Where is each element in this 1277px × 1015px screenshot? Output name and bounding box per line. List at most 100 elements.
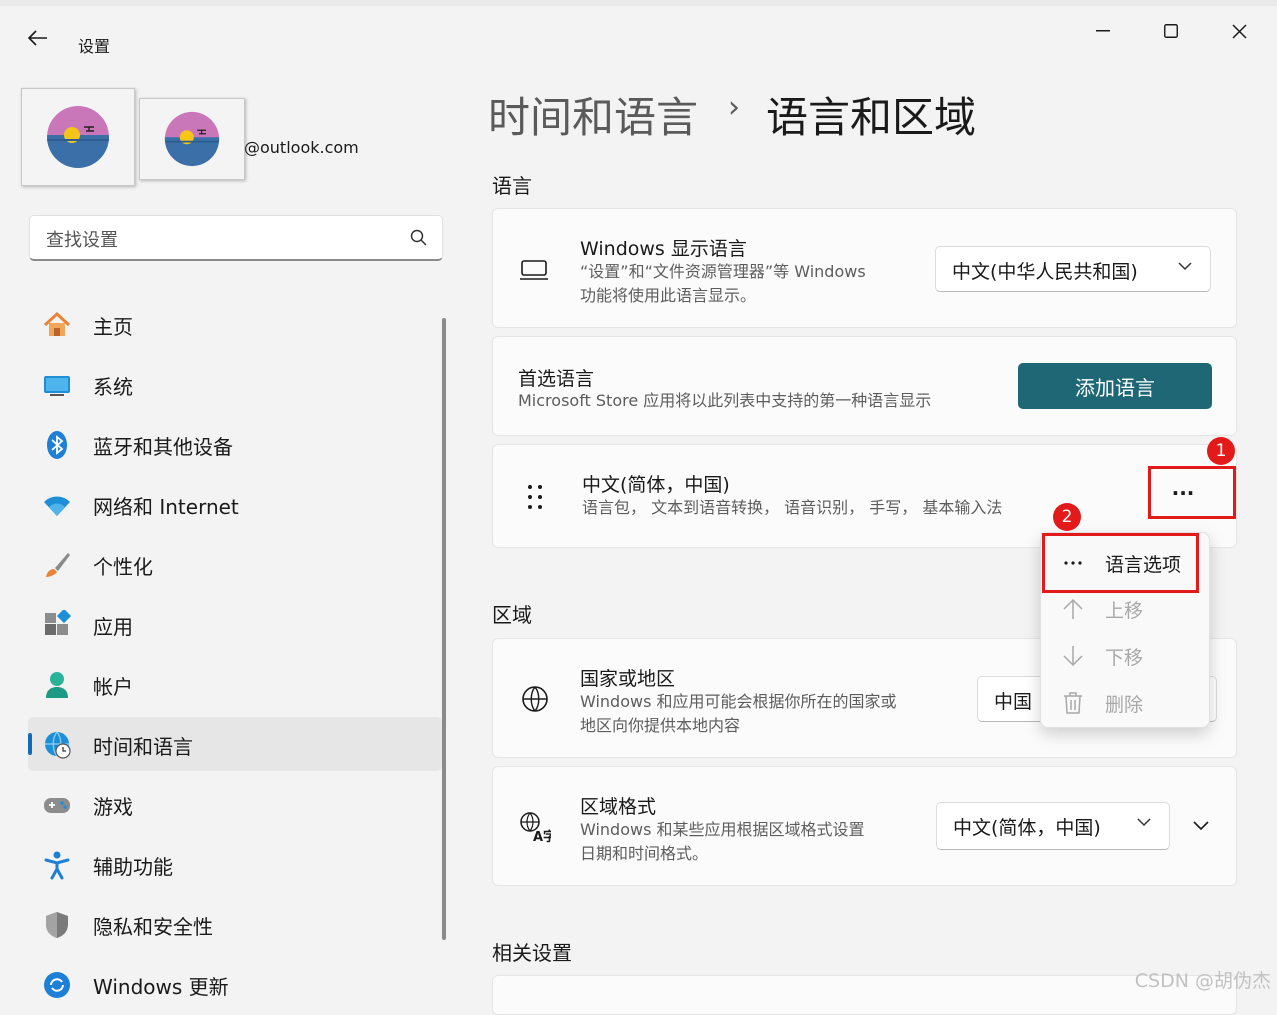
sidebar-scrollbar[interactable] (442, 318, 446, 940)
menu-item-move-down: 下移 (1041, 633, 1209, 679)
chevron-down-icon (1137, 818, 1151, 827)
format-title: 区域格式 (580, 796, 657, 818)
minimize-icon (1096, 30, 1110, 32)
dropdown-value: 中国 (994, 691, 1033, 713)
section-title-related: 相关设置 (492, 941, 572, 965)
section-title-language: 语言 (492, 174, 532, 198)
bluetooth-icon (47, 431, 67, 459)
page-title: 语言和区域 (766, 93, 977, 142)
display-language-desc-2: 功能将使用此语言显示。 (580, 286, 757, 305)
avatar-sunset-image (47, 106, 109, 168)
system-icon (44, 376, 70, 396)
nav-item-apps[interactable]: 应用 (28, 597, 442, 651)
active-indicator (28, 733, 32, 755)
account-email: @outlook.com (244, 138, 359, 157)
nav-label: 隐私和安全性 (93, 915, 213, 939)
nav-label: 系统 (93, 375, 133, 399)
maximize-icon (1164, 24, 1178, 38)
trash-icon (1064, 692, 1082, 714)
back-button[interactable] (22, 26, 54, 50)
avatar-small[interactable] (139, 98, 245, 180)
title-bar: 设置 (0, 6, 1277, 66)
annotation-badge-2: 2 (1053, 503, 1081, 531)
globe-clock-icon (45, 731, 71, 759)
home-icon (43, 311, 71, 336)
accessibility-icon (44, 851, 70, 880)
menu-label: 删除 (1105, 694, 1144, 716)
nav-item-windows-update[interactable]: Windows 更新 (28, 957, 442, 1001)
nav-label: 网络和 Internet (93, 495, 239, 519)
format-dropdown[interactable]: 中文(简体，中国) (936, 802, 1170, 850)
drag-handle-icon[interactable] (527, 483, 543, 511)
chevron-down-icon (1178, 262, 1192, 271)
nav-item-home[interactable]: 主页 (28, 297, 442, 351)
add-language-button[interactable]: 添加语言 (1018, 363, 1212, 409)
arrow-up-icon (1063, 598, 1083, 619)
expand-chevron-icon[interactable] (1193, 821, 1209, 831)
nav-item-personalization[interactable]: 个性化 (28, 537, 442, 591)
nav-label: 个性化 (93, 555, 153, 579)
display-language-title: Windows 显示语言 (580, 238, 747, 260)
nav-item-accessibility[interactable]: 辅助功能 (28, 837, 442, 891)
nav-item-system[interactable]: 系统 (28, 357, 442, 411)
wifi-icon (44, 496, 70, 516)
search-input[interactable] (44, 225, 408, 255)
gamepad-icon (44, 798, 70, 813)
nav-item-time-language[interactable]: 时间和语言 (28, 717, 442, 771)
annotation-badge-1: 1 (1207, 437, 1235, 465)
nav-label: 蓝牙和其他设备 (93, 435, 233, 459)
apps-icon (45, 610, 72, 635)
language-item-title: 中文(简体，中国) (582, 474, 730, 496)
annotation-box-2 (1042, 533, 1199, 593)
nav-item-gaming[interactable]: 游戏 (28, 777, 442, 831)
format-desc-1: Windows 和某些应用根据区域格式设置 (580, 820, 865, 839)
nav-label: 辅助功能 (93, 855, 173, 879)
nav-item-bluetooth[interactable]: 蓝牙和其他设备 (28, 417, 442, 471)
nav-item-network[interactable]: 网络和 Internet (28, 477, 442, 531)
maximize-button[interactable] (1148, 16, 1194, 46)
breadcrumb-separator: › (728, 90, 740, 125)
breadcrumb-parent[interactable]: 时间和语言 (488, 84, 698, 145)
globe-icon (522, 686, 548, 712)
menu-item-delete: 删除 (1041, 680, 1209, 726)
nav-label: 帐户 (93, 675, 133, 699)
nav-label: 主页 (93, 315, 133, 339)
nav-label: 时间和语言 (93, 735, 193, 759)
preferred-language-desc: Microsoft Store 应用将以此列表中支持的第一种语言显示 (518, 391, 932, 410)
nav-item-accounts[interactable]: 帐户 (28, 657, 442, 711)
close-icon (1231, 23, 1247, 39)
nav-item-privacy[interactable]: 隐私和安全性 (28, 897, 442, 951)
menu-label: 下移 (1105, 647, 1144, 669)
search-box[interactable] (29, 215, 443, 261)
app-title: 设置 (78, 37, 111, 56)
display-language-desc-1: “设置”和“文件资源管理器”等 Windows (580, 262, 866, 281)
brush-icon (46, 553, 70, 577)
section-title-region: 区域 (492, 603, 532, 627)
display-language-dropdown[interactable]: 中文(中华人民共和国) (935, 246, 1211, 292)
card-display-language: Windows 显示语言 “设置”和“文件资源管理器”等 Windows 功能将… (492, 208, 1237, 328)
format-desc-2: 日期和时间格式。 (580, 844, 709, 863)
search-icon (410, 229, 427, 246)
nav-label: Windows 更新 (93, 975, 229, 999)
close-button[interactable] (1216, 16, 1262, 46)
minimize-button[interactable] (1080, 16, 1126, 46)
region-format-icon: A字 (520, 812, 551, 843)
country-desc-2: 地区向你提供本地内容 (580, 716, 741, 735)
arrow-down-icon (1063, 646, 1083, 667)
preferred-language-title: 首选语言 (518, 368, 595, 390)
arrow-left-icon (28, 30, 47, 46)
account-icon (46, 672, 68, 698)
dropdown-value: 中文(中华人民共和国) (952, 261, 1138, 283)
country-desc-1: Windows 和应用可能会根据你所在的国家或 (580, 692, 897, 711)
update-icon (44, 972, 70, 998)
avatar-large[interactable] (21, 88, 135, 186)
shield-icon (46, 912, 68, 938)
language-item-desc: 语言包， 文本到语音转换， 语音识别， 手写， 基本输入法 (582, 498, 1003, 517)
annotation-box-1 (1148, 466, 1236, 519)
menu-label: 上移 (1105, 600, 1144, 622)
nav-label: 游戏 (93, 795, 133, 819)
dropdown-value: 中文(简体，中国) (953, 817, 1101, 839)
card-regional-format: A字 区域格式 Windows 和某些应用根据区域格式设置 日期和时间格式。 中… (492, 766, 1237, 886)
card-related-settings (492, 975, 1237, 1015)
svg-text:A字: A字 (533, 829, 551, 843)
